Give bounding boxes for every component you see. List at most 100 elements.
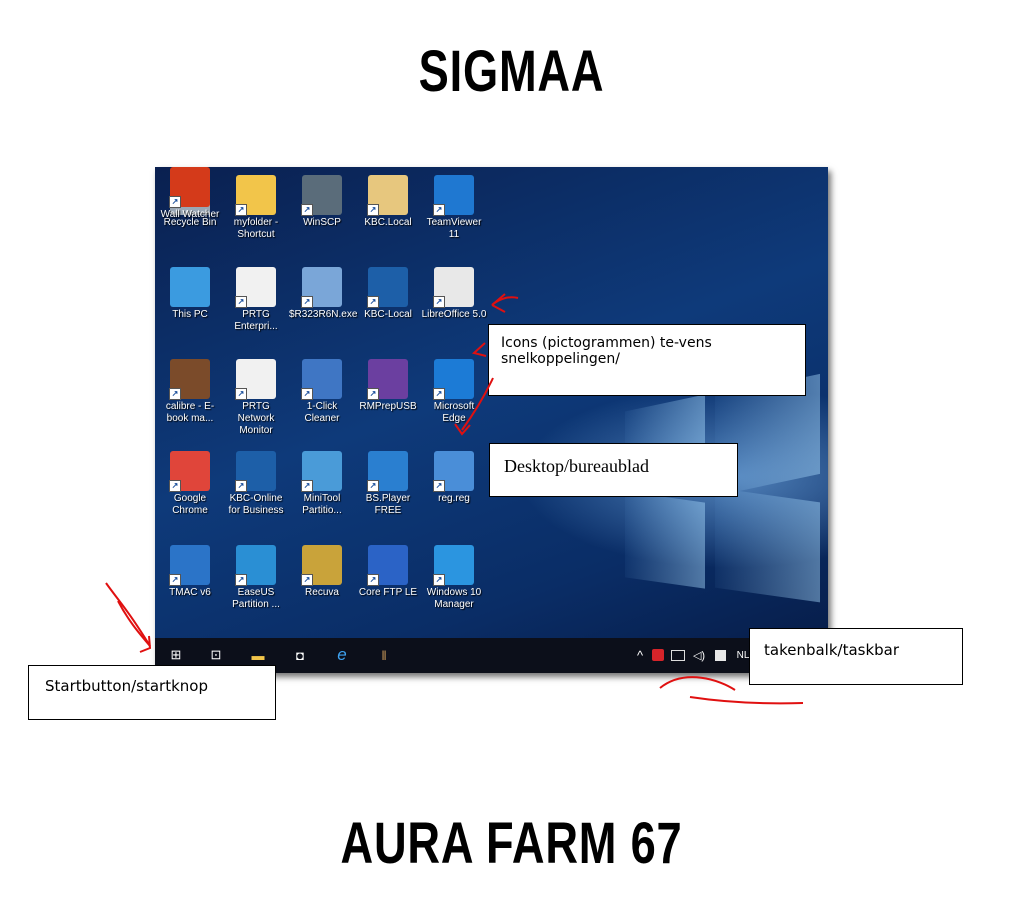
meme-top-text: SIGMAA [418,39,605,104]
desktop-icon-label: LibreOffice 5.0 [421,309,487,320]
shortcut-arrow-icon: ↗ [301,204,313,216]
shortcut-arrow-icon: ↗ [367,574,379,586]
shortcut-arrow-icon: ↗ [235,574,247,586]
shortcut-arrow-icon: ↗ [433,204,445,216]
notification-tray-icon[interactable] [714,649,726,661]
shortcut-arrow-icon: ↗ [235,388,247,400]
shortcut-arrow-icon: ↗ [433,296,445,308]
win10-manager-icon: ↗ [433,545,474,586]
icons-callout-text: Icons (pictogrammen) te-vens snelkoppeli… [501,335,712,367]
desktop-icon-label: Recuva [305,587,339,598]
store-icon[interactable]: ◘ [289,646,311,664]
shortcut-arrow-icon: ↗ [367,296,379,308]
shortcut-arrow-icon: ↗ [301,388,313,400]
desktop-icon[interactable]: ↗ Core FTP LE [355,545,421,599]
desktop-icon[interactable]: ↗ WinSCP [289,175,355,229]
shortcut-arrow-icon: ↗ [235,480,247,492]
desktop-icon-label: Core FTP LE [358,587,418,598]
tray-overflow-icon[interactable]: ^ [633,646,647,664]
desktop-icon-label: PRTG Enterpri... [234,309,278,332]
antivirus-tray-icon[interactable] [652,649,664,661]
desktop-icon[interactable]: ↗ MiniTool Partitio... [289,451,355,517]
desktop-icon[interactable]: ↗ Windows 10 Manager [421,545,487,611]
windows-start-icon[interactable]: ⊞ [165,646,187,664]
start-arrow [105,582,151,647]
light-beam [625,491,705,589]
desktop-icon-label: Google Chrome [172,493,208,516]
desktop-icon-label: Windows 10 Manager [426,587,482,610]
desktop-icon-label: MiniTool Partitio... [302,493,342,516]
tmac-icon: ↗ [169,545,210,586]
desktop-icon[interactable]: ↗ Recuva [289,545,355,599]
desktop-icon[interactable]: ↗ PRTG Network Monitor [223,359,289,437]
desktop-icon[interactable]: ↗ Microsoft Edge [421,359,487,425]
folder-icon: ↗ [235,175,276,216]
shortcut-arrow-icon: ↗ [169,574,181,586]
desktop-icon[interactable]: ↗ reg.reg [421,451,487,505]
desktop-icon-label: 1-Click Cleaner [304,401,340,424]
desktop-icon-label: Microsoft Edge [433,401,475,424]
desktop-icon[interactable]: ↗ KBC.Local [355,175,421,229]
folder-icon: ↗ [367,175,408,216]
light-beam [715,487,820,603]
desktop-icon[interactable]: ↗ PRTG Enterpri... [223,267,289,333]
document-icon: ↗ [433,267,474,308]
desktop-icon-label: EaseUS Partition ... [232,587,280,610]
partition-icon: ↗ [301,451,342,492]
computer-icon [170,267,210,307]
desktop-icon[interactable]: ↗ LibreOffice 5.0 [421,267,487,321]
shortcut-arrow-icon: ↗ [169,480,181,492]
gauge-icon: ↗ [235,359,276,400]
desktop-icon[interactable]: ↗ BS.Player FREE [355,451,421,517]
desktop-icon-label: KBC.Local [364,217,412,228]
desktop-icon-label: Wall Watcher [160,209,220,220]
desktop-icon[interactable]: ↗ KBC-Local [355,267,421,321]
desktop-icon-label: $R323R6N.exe [289,309,358,320]
desktop-icon[interactable]: ↗ 1-Click Cleaner [289,359,355,425]
desktop-icon[interactable]: ↗ KBC-Online for Business [223,451,289,517]
rm-icon: ↗ [367,359,408,400]
desktop-icon[interactable]: ↗ TMAC v6 [157,545,223,599]
file-explorer-icon[interactable]: ▬ [247,646,269,664]
taskbar-underline-2 [689,696,804,705]
desktop-icon-label: myfolder - Shortcut [233,217,279,240]
volume-tray-icon[interactable]: ◁) [691,646,707,664]
installer-icon: ↗ [301,267,342,308]
desktop-icon[interactable]: ↗ RMPrepUSB [355,359,421,413]
registry-icon: ↗ [433,451,474,492]
shortcut-arrow-icon: ↗ [235,296,247,308]
broom-icon: ↗ [301,359,342,400]
chrome-icon: ↗ [169,451,210,492]
recuva-icon: ↗ [301,545,342,586]
desktop-icon[interactable]: ↗ calibre - E-book ma... [157,359,223,425]
shortcut-arrow-icon: ↗ [169,388,181,400]
desktop-icon[interactable]: ↗ $R323R6N.exe [289,267,358,321]
taskbar-underline [659,676,736,691]
shortcut-arrow-icon: ↗ [169,196,181,208]
desktop-icon[interactable]: ↗ Google Chrome [157,451,223,517]
desktop-icon-label: reg.reg [438,493,470,504]
taskbar-callout: takenbalk/taskbar [749,628,963,685]
shortcut-arrow-icon: ↗ [301,480,313,492]
kbc-icon: ↗ [367,267,408,308]
desktop-icon[interactable]: ↗ EaseUS Partition ... [223,545,289,611]
desktop-callout-text: Desktop/bureaublad [504,456,649,476]
eye-icon: ↗ [169,167,210,208]
books-icon: ↗ [169,359,210,400]
start-arrow-curve [117,600,151,647]
desktop-icon[interactable]: This PC [157,267,223,321]
task-view-icon[interactable]: ⊡ [205,646,227,664]
desktop-callout: Desktop/bureaublad [489,443,738,497]
winscp-icon: ↗ [301,175,342,216]
edge-icon[interactable]: e [331,645,353,664]
desktop-icon[interactable]: ↗ TeamViewer 11 [421,175,487,241]
shortcut-arrow-icon: ↗ [433,480,445,492]
kbc-icon: ↗ [235,451,276,492]
desktop-icon[interactable]: ↗ Wall Watcher [157,167,223,221]
shortcut-arrow-icon: ↗ [235,204,247,216]
meme-bottom-text: AURA FARM 67 [340,811,683,876]
calibre-icon[interactable]: ǁ [373,646,395,664]
network-tray-icon[interactable] [671,649,685,661]
desktop-icon-label: BS.Player FREE [365,493,411,516]
desktop-icon[interactable]: ↗ myfolder - Shortcut [223,175,289,241]
